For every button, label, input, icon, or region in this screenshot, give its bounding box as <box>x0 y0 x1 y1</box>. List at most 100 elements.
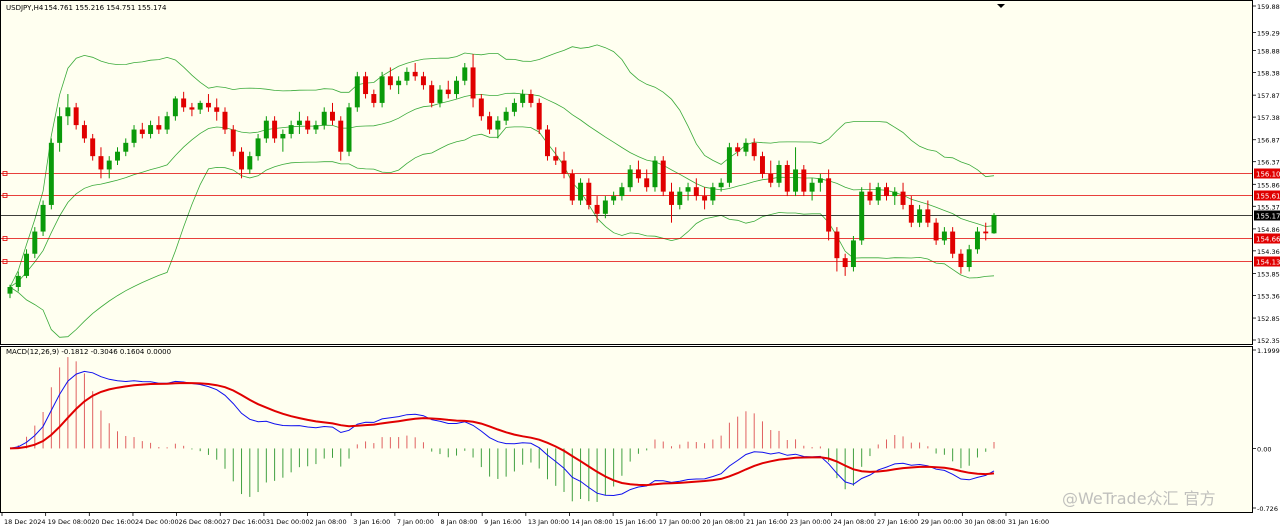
candle-body <box>941 231 947 241</box>
candle-body <box>15 275 21 287</box>
price-tick-label: 157.380 <box>1257 114 1280 122</box>
candle <box>536 98 542 134</box>
candle-body <box>578 182 584 201</box>
candle-body <box>660 160 666 192</box>
candle-body <box>685 187 691 192</box>
candle-body <box>404 71 410 81</box>
price-panel-background <box>0 0 1253 345</box>
candle-body <box>842 258 848 268</box>
candle-body <box>958 253 964 268</box>
candle-body <box>793 169 799 192</box>
candle-body <box>247 156 253 170</box>
candle <box>346 102 352 157</box>
chart-ohlc-label: 154.761 155.216 154.751 155.174 <box>44 4 167 12</box>
candle <box>354 71 360 112</box>
candle-body <box>966 249 972 268</box>
candle-body <box>991 214 997 234</box>
candle-body <box>627 169 633 188</box>
candle <box>48 138 54 210</box>
candle-body <box>420 76 426 86</box>
candle-body <box>908 204 914 223</box>
candle-body <box>900 191 906 205</box>
candle-body <box>826 178 832 232</box>
candle-body <box>24 253 30 276</box>
candle-body <box>454 80 460 95</box>
time-tick-label: 13 Jan 00:00 <box>528 518 569 526</box>
candle-body <box>412 71 418 77</box>
level-price-label: 154.131 <box>1256 259 1280 267</box>
candle-body <box>437 89 443 103</box>
time-tick-label: 8 Jan 08:00 <box>441 518 478 526</box>
time-tick-label: 19 Dec 08:00 <box>48 518 92 526</box>
level-price-label: 156.109 <box>1256 171 1280 179</box>
candle <box>826 169 832 241</box>
candle <box>544 125 550 161</box>
candle-body <box>330 111 335 121</box>
price-tick-label: 158.880 <box>1257 48 1280 56</box>
candle-body <box>503 111 509 121</box>
candle-body <box>156 125 162 130</box>
candle-body <box>487 116 493 130</box>
price-tick-label: 156.870 <box>1257 137 1280 145</box>
candle-body <box>48 142 54 205</box>
candle-body <box>884 187 889 197</box>
candle <box>586 178 592 210</box>
candle-body <box>784 165 790 192</box>
candle-body <box>148 125 154 134</box>
chart-symbol-label: USDJPY,H4 <box>6 4 44 12</box>
candle <box>850 235 856 272</box>
candle-body <box>429 85 435 103</box>
candle-body <box>57 116 63 143</box>
candle <box>991 213 997 234</box>
level-price-label: 154.662 <box>1256 236 1280 244</box>
candle-body <box>288 125 294 134</box>
candle-body <box>751 142 757 157</box>
price-tick-label: 157.875 <box>1257 92 1280 100</box>
candle-body <box>189 107 195 110</box>
price-tick-label: 153.360 <box>1257 292 1280 300</box>
candle <box>40 200 46 236</box>
price-tick-label: 159.290 <box>1257 29 1280 37</box>
candle-body <box>669 191 674 205</box>
candle-body <box>710 187 716 201</box>
candle-body <box>131 129 137 143</box>
candle-body <box>272 120 278 139</box>
candle-body <box>520 94 526 103</box>
candle-body <box>106 160 112 170</box>
candle-body <box>462 67 468 81</box>
candle <box>230 125 236 157</box>
candle-body <box>214 107 220 112</box>
price-chart[interactable]: 156.109 155.613 154.662 154.131 155.174 159.… <box>0 0 1280 530</box>
candle-body <box>371 94 377 103</box>
candle-body <box>313 125 319 130</box>
candle-body <box>305 120 311 130</box>
candle-body <box>98 156 104 170</box>
candle-body <box>470 67 476 99</box>
time-tick-label: 23 Jan 00:00 <box>790 518 831 526</box>
candle-body <box>561 160 567 174</box>
candle-body <box>73 107 79 126</box>
price-tick-label: 156.375 <box>1257 159 1280 167</box>
candle-body <box>726 147 732 183</box>
candle-body <box>379 76 385 103</box>
watermark-text: @WeTrade众汇 官方 <box>1062 489 1216 508</box>
macd-tick-label: 1.1999 <box>1257 347 1280 355</box>
candle-body <box>644 178 650 188</box>
candle <box>652 156 658 192</box>
candle-body <box>536 102 542 130</box>
candle <box>801 165 807 197</box>
time-tick-label: 20 Jan 08:00 <box>702 518 743 526</box>
candle <box>32 227 38 259</box>
time-tick-label: 21 Jan 16:00 <box>746 518 787 526</box>
time-tick-label: 30 Jan 08:00 <box>964 518 1005 526</box>
candle-body <box>594 204 600 214</box>
candle-body <box>635 169 641 179</box>
candle-body <box>40 204 46 232</box>
price-tick-label: 152.355 <box>1257 337 1280 345</box>
price-tick-label: 152.850 <box>1257 315 1280 323</box>
price-tick-label: 154.860 <box>1257 226 1280 234</box>
candle-body <box>974 231 980 250</box>
candle-body <box>693 187 699 197</box>
price-tick-label: 153.855 <box>1257 270 1280 278</box>
candle <box>569 169 575 205</box>
